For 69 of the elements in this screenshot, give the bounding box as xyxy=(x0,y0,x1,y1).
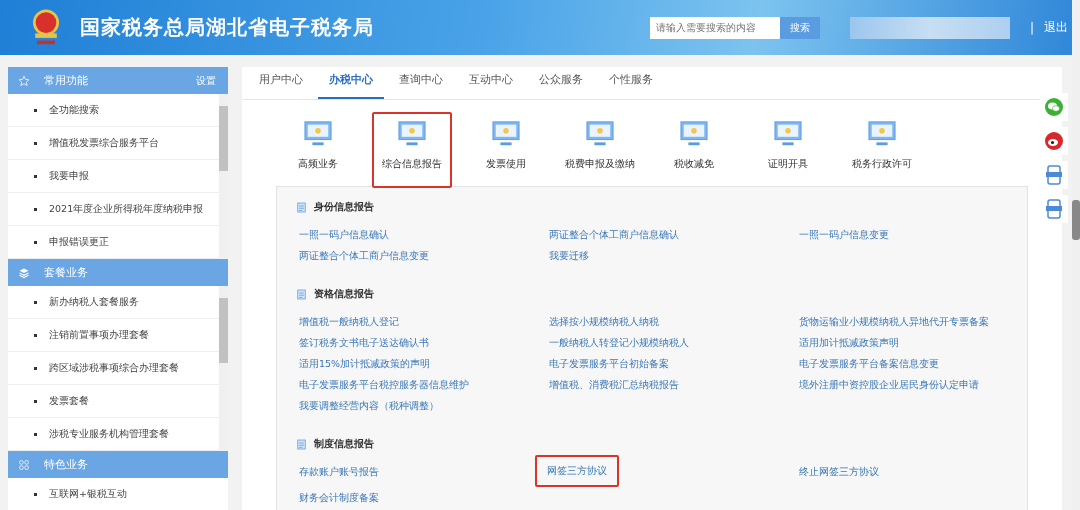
nav-tab[interactable]: 互动中心 xyxy=(458,67,524,99)
document-icon xyxy=(297,438,306,450)
service-link[interactable]: 增值税、消费税汇总纳税报告 xyxy=(547,374,681,395)
phone-icon[interactable] xyxy=(1044,165,1064,185)
service-link[interactable]: 签订税务文书电子送达确认书 xyxy=(297,332,431,353)
service-link[interactable]: 境外注册中资控股企业居民身份认定申请 xyxy=(797,374,981,395)
category-tile[interactable]: 税务行政许可 xyxy=(842,112,922,188)
service-link[interactable]: 增值税一般纳税人登记 xyxy=(297,311,401,332)
section-title: 特色业务 xyxy=(44,457,89,472)
service-link[interactable]: 一照一码户信息确认 xyxy=(297,224,391,245)
logout-link[interactable]: 退出 xyxy=(1044,19,1068,36)
category-tile[interactable]: 发票使用 xyxy=(466,112,546,188)
service-link[interactable]: 货物运输业小规模纳税人异地代开专票备案 xyxy=(797,311,991,332)
search-field[interactable]: 请输入需要搜索的内容 xyxy=(649,16,780,39)
service-link[interactable]: 我要迁移 xyxy=(547,245,591,266)
monitor-icon xyxy=(397,120,427,148)
nav-tab[interactable]: 公众服务 xyxy=(528,67,594,99)
service-link[interactable]: 我要调整经营内容（税种调整） xyxy=(297,395,441,416)
category-tile[interactable]: 税费申报及缴纳 xyxy=(560,112,640,188)
document-icon xyxy=(297,288,306,300)
monitor-icon xyxy=(491,120,521,148)
monitor-icon xyxy=(303,120,333,148)
site-title: 国家税务总局湖北省电子税务局 xyxy=(80,14,374,41)
layers-icon xyxy=(18,266,30,279)
monitor-icon xyxy=(773,120,803,148)
sidebar-section-header[interactable]: 常用功能 设置 xyxy=(8,67,228,94)
scrollbar[interactable] xyxy=(219,94,228,259)
service-link[interactable]: 一般纳税人转登记小规模纳税人 xyxy=(547,332,691,353)
service-link[interactable]: 适用15%加计抵减政策的声明 xyxy=(297,353,433,374)
nav-tab[interactable]: 办税中心 xyxy=(318,67,384,99)
section-title: 常用功能 xyxy=(44,73,89,88)
service-link[interactable]: 存款账户账号报告 xyxy=(297,461,381,482)
scrollbar[interactable] xyxy=(219,286,228,451)
eye-logo-icon[interactable] xyxy=(1044,131,1064,151)
service-link[interactable]: 电子发票服务平台备案信息变更 xyxy=(797,353,941,374)
category-tile[interactable]: 证明开具 xyxy=(748,112,828,188)
sidebar-section-header[interactable]: 套餐业务 xyxy=(8,259,228,286)
category-tile[interactable]: 税收减免 xyxy=(654,112,734,188)
monitor-icon xyxy=(585,120,615,148)
service-link[interactable]: 两证整合个体工商户信息确认 xyxy=(547,224,681,245)
settings-link[interactable]: 设置 xyxy=(196,73,216,88)
phone-icon[interactable] xyxy=(1044,199,1064,219)
document-icon xyxy=(297,201,306,213)
service-link[interactable]: 一照一码户信息变更 xyxy=(797,224,891,245)
nav-tab[interactable]: 查询中心 xyxy=(388,67,454,99)
sidebar-item[interactable]: 互联网+银税互动 xyxy=(8,478,228,510)
service-link[interactable]: 终止网签三方协议 xyxy=(797,461,881,482)
category-tile[interactable]: 高频业务 xyxy=(278,112,358,188)
service-link[interactable]: 网签三方协议 xyxy=(535,455,619,487)
search-button[interactable]: 搜索 xyxy=(779,16,820,39)
section-heading: 制度信息报告 xyxy=(314,437,374,451)
service-link[interactable]: 选择按小规模纳税人纳税 xyxy=(547,311,661,332)
star-icon xyxy=(18,74,30,87)
grid-icon xyxy=(18,458,30,471)
service-link[interactable]: 两证整合个体工商户信息变更 xyxy=(297,245,431,266)
sidebar-section-header[interactable]: 特色业务 xyxy=(8,451,228,478)
monitor-icon xyxy=(679,120,709,148)
service-link[interactable]: 财务会计制度备案 xyxy=(297,487,381,508)
section-title: 套餐业务 xyxy=(44,265,89,280)
chat-bubbles-icon[interactable] xyxy=(1044,97,1064,117)
monitor-icon xyxy=(867,120,897,148)
nav-tab[interactable]: 个性服务 xyxy=(598,67,664,99)
section-heading: 身份信息报告 xyxy=(314,200,374,214)
separator: | xyxy=(1029,20,1034,35)
nav-tab[interactable]: 用户中心 xyxy=(248,67,314,99)
service-link[interactable]: 电子发票服务平台税控服务器信息维护 xyxy=(297,374,471,395)
service-link[interactable]: 适用加计抵减政策声明 xyxy=(797,332,901,353)
service-link[interactable]: 电子发票服务平台初始备案 xyxy=(547,353,671,374)
section-heading: 资格信息报告 xyxy=(314,287,374,301)
